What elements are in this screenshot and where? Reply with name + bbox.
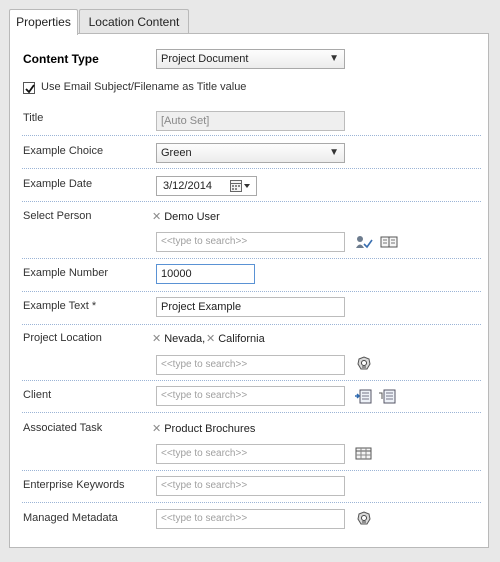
associated-task-label: Associated Task <box>23 422 103 434</box>
selected-location-chip: ✕ California <box>206 332 265 345</box>
enterprise-keywords-label: Enterprise Keywords <box>23 479 125 491</box>
select-person-label: Select Person <box>23 210 92 222</box>
example-date-label: Example Date <box>23 178 93 190</box>
selected-location-name: California <box>218 333 265 345</box>
example-choice-value: Green <box>161 147 192 159</box>
title-field: [Auto Set] <box>156 111 345 131</box>
selected-task-name: Product Brochures <box>164 423 256 435</box>
separator <box>22 412 481 413</box>
content-type-row: Content Type Project Document ▼ <box>22 49 481 71</box>
taxonomy-picker-icon[interactable] <box>355 356 373 372</box>
separator <box>22 502 481 503</box>
chevron-down-icon: ▼ <box>329 53 339 64</box>
selected-location-chip: ✕ Nevada, <box>152 332 205 345</box>
title-row: Title [Auto Set] <box>22 109 481 131</box>
project-location-label: Project Location <box>23 332 102 344</box>
separator <box>22 201 481 202</box>
checkmark-icon <box>25 84 35 94</box>
lookup-add-icon[interactable] <box>355 388 373 404</box>
project-location-row: Project Location ✕ Nevada, ✕ California <<… <box>22 330 481 380</box>
grid-picker-icon[interactable] <box>355 446 373 462</box>
example-number-field[interactable]: 10000 <box>156 264 255 284</box>
example-choice-label: Example Choice <box>23 145 104 157</box>
example-date-row: Example Date 3/12/2014 <box>22 175 481 197</box>
example-date-value: 3/12/2014 <box>163 180 212 192</box>
example-date-picker[interactable]: 3/12/2014 <box>156 176 257 196</box>
project-location-search-input[interactable]: <<type to search>> <box>156 355 345 375</box>
remove-x-icon[interactable]: ✕ <box>206 333 215 345</box>
separator <box>22 324 481 325</box>
content-type-select[interactable]: Project Document ▼ <box>156 49 345 69</box>
selected-location-name: Nevada, <box>164 333 206 345</box>
example-text-row: Example Text * Project Example <box>22 296 481 318</box>
select-person-search-input[interactable]: <<type to search>> <box>156 232 345 252</box>
taxonomy-picker-icon[interactable] <box>355 511 373 527</box>
remove-x-icon[interactable]: ✕ <box>152 333 161 345</box>
separator <box>22 135 481 136</box>
use-email-subject-row: Use Email Subject/Filename as Title valu… <box>22 81 481 97</box>
example-number-label: Example Number <box>23 267 108 279</box>
tab-properties[interactable]: Properties <box>9 9 78 35</box>
example-text-label: Example Text * <box>23 300 97 312</box>
managed-metadata-label: Managed Metadata <box>23 512 118 524</box>
example-choice-row: Example Choice Green ▼ <box>22 142 481 164</box>
properties-panel: Content Type Project Document ▼ Use Emai… <box>9 33 489 548</box>
client-search-input[interactable]: <<type to search>> <box>156 386 345 406</box>
remove-x-icon[interactable]: ✕ <box>152 211 161 223</box>
separator <box>22 380 481 381</box>
lookup-browse-icon[interactable] <box>379 388 397 404</box>
remove-x-icon[interactable]: ✕ <box>152 423 161 435</box>
selected-task-chip: ✕ Product Brochures <box>152 422 255 435</box>
associated-task-search-input[interactable]: <<type to search>> <box>156 444 345 464</box>
content-type-label: Content Type <box>23 52 99 66</box>
client-label: Client <box>23 389 52 401</box>
example-choice-select[interactable]: Green ▼ <box>156 143 345 163</box>
separator <box>22 258 481 259</box>
check-names-icon[interactable] <box>355 234 373 250</box>
selected-person-name: Demo User <box>164 211 220 223</box>
chevron-down-icon: ▼ <box>329 147 339 158</box>
content-type-value: Project Document <box>161 53 249 65</box>
separator <box>22 168 481 169</box>
example-text-field[interactable]: Project Example <box>156 297 345 317</box>
separator <box>22 470 481 471</box>
client-row: Client <<type to search>> <box>22 385 481 407</box>
enterprise-keywords-input[interactable]: <<type to search>> <box>156 476 345 496</box>
example-number-row: Example Number 10000 <box>22 263 481 285</box>
select-person-row: Select Person ✕ Demo User <<type to searc… <box>22 208 481 258</box>
separator <box>22 291 481 292</box>
managed-metadata-row: Managed Metadata <<type to search>> <box>22 508 481 530</box>
selected-person-chip: ✕ Demo User <box>152 210 220 223</box>
enterprise-keywords-row: Enterprise Keywords <<type to search>> <box>22 475 481 497</box>
address-book-icon[interactable] <box>380 234 398 250</box>
tab-location-content[interactable]: Location Content <box>79 9 189 33</box>
use-email-subject-label: Use Email Subject/Filename as Title valu… <box>41 81 247 93</box>
calendar-icon[interactable] <box>230 180 252 192</box>
managed-metadata-input[interactable]: <<type to search>> <box>156 509 345 529</box>
use-email-subject-checkbox[interactable] <box>23 82 35 94</box>
associated-task-row: Associated Task ✕ Product Brochures <<typ… <box>22 420 481 470</box>
title-label: Title <box>23 112 44 124</box>
